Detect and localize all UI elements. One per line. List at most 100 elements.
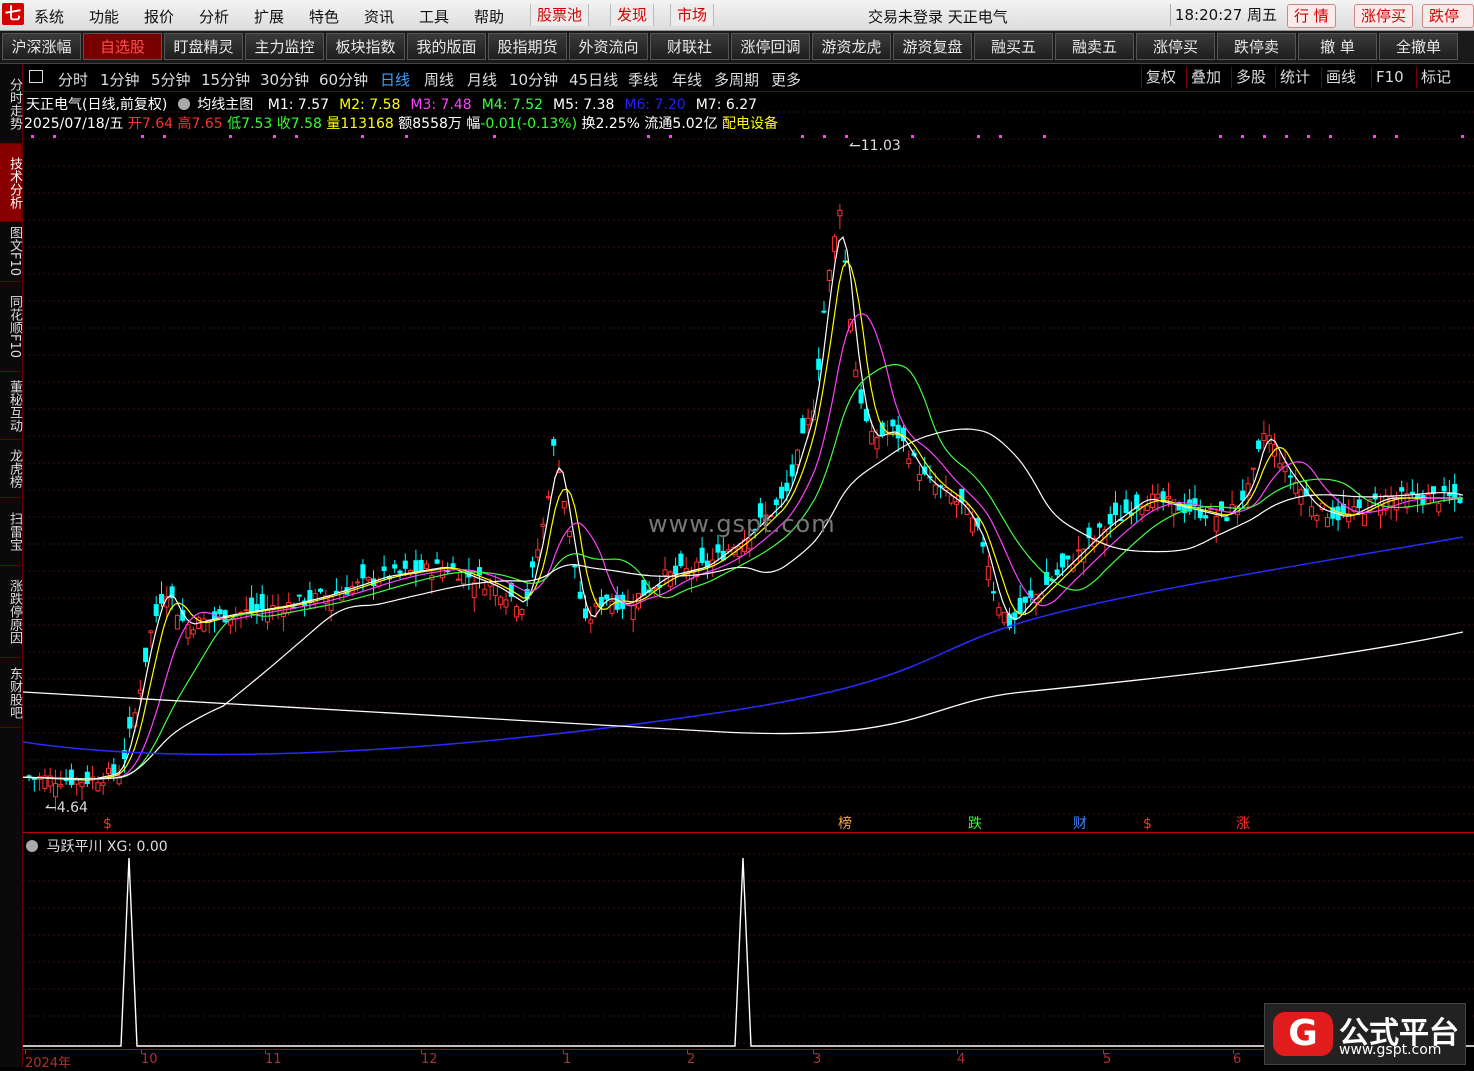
chart-tool-button[interactable]: 复权 (1141, 67, 1180, 88)
menu-item[interactable]: 分析 (199, 6, 229, 27)
chart-tool-button[interactable]: 叠加 (1186, 67, 1225, 88)
menu-item[interactable]: 帮助 (474, 6, 504, 27)
candle-body (127, 717, 133, 729)
chart-tool-button[interactable]: 标记 (1416, 67, 1455, 88)
period-tab[interactable]: 周线 (424, 69, 454, 90)
ma-line-m6 (23, 536, 1464, 756)
side-tab[interactable]: 分时走势 (0, 64, 22, 144)
candle-body (795, 449, 800, 466)
signal-dot (229, 135, 232, 138)
menu-item[interactable]: 系统 (34, 6, 64, 27)
toolbar-button[interactable]: 我的版面 (407, 33, 486, 60)
candle-body (805, 417, 811, 426)
menu-item[interactable]: 工具 (419, 6, 449, 27)
signal-dot (361, 135, 364, 138)
quick-button[interactable]: 涨停买 (1354, 4, 1414, 28)
period-tab[interactable]: 10分钟 (509, 69, 558, 90)
candle-body (1155, 493, 1161, 499)
menu-item[interactable]: 资讯 (364, 6, 394, 27)
period-tab[interactable]: 日线 (380, 69, 410, 90)
period-tab[interactable]: 1分钟 (100, 69, 140, 90)
toolbar-button[interactable]: 涨停买 (1136, 33, 1215, 60)
menu-item-highlight[interactable]: 市场 (670, 4, 715, 26)
period-tab[interactable]: 更多 (771, 69, 801, 90)
side-tab[interactable]: 扫雷宝 (0, 498, 22, 566)
signal-dot (1329, 135, 1332, 138)
toolbar-button[interactable]: 全撤单 (1379, 33, 1458, 60)
toolbar-button[interactable]: 盯盘精灵 (164, 33, 243, 60)
side-tab[interactable]: 涨跌停原因 (0, 566, 22, 658)
time-axis-tick (687, 1050, 688, 1054)
toolbar-button[interactable]: 板块指数 (326, 33, 405, 60)
chart-tool-button[interactable]: 多股 (1231, 67, 1270, 88)
menu-item[interactable]: 特色 (309, 6, 339, 27)
candle-body (1144, 505, 1150, 511)
app-logo[interactable]: 七 (2, 3, 24, 25)
period-tab[interactable]: 5分钟 (151, 69, 191, 90)
signal-marker: $ (1143, 816, 1152, 832)
menu-item[interactable]: 功能 (89, 6, 119, 27)
candle-body (249, 597, 255, 613)
chart-tool-button[interactable]: F10 (1371, 67, 1408, 88)
candle-body (424, 563, 429, 569)
time-axis-label: 10 (141, 1052, 158, 1067)
candle-body (1203, 515, 1209, 519)
period-tab[interactable]: 月线 (467, 69, 497, 90)
quick-button[interactable]: 行 情 (1287, 4, 1336, 28)
kline-chart[interactable]: ↼11.03 ↼4.64 $ 榜 跌 财 $ 涨 (23, 92, 1474, 832)
chart-tool-button[interactable]: 统计 (1275, 67, 1314, 88)
side-tab[interactable]: 同花顺F10 (0, 282, 22, 372)
toolbar-button[interactable]: 外资流向 (569, 33, 648, 60)
indicator-chart[interactable] (23, 834, 1474, 1048)
quick-button[interactable]: 跌停买 (1422, 4, 1474, 47)
toolbar-button[interactable]: 财联社 (650, 33, 729, 60)
toolbar-button[interactable]: 撤 单 (1298, 33, 1377, 60)
menu-item[interactable]: 扩展 (254, 6, 284, 27)
candle-body (1409, 491, 1415, 495)
candle-body (985, 565, 991, 581)
period-tab[interactable]: 多周期 (714, 69, 759, 90)
toolbar-button[interactable]: 自选股 (83, 33, 162, 60)
menu-item[interactable]: 报价 (144, 6, 174, 27)
menu-item-highlight[interactable]: 股票池 (530, 4, 590, 26)
period-tab[interactable]: 60分钟 (319, 69, 368, 90)
toolbar-button[interactable]: 沪深涨幅 (2, 33, 81, 60)
period-tab[interactable]: 30分钟 (260, 69, 309, 90)
toolbar-button[interactable]: 股指期货 (488, 33, 567, 60)
side-tab[interactable]: 龙虎榜 (0, 440, 22, 498)
candle-body (800, 418, 806, 434)
layout-toggle-icon[interactable] (29, 70, 43, 83)
candle-body (1097, 523, 1103, 528)
signal-dot (1285, 135, 1288, 138)
side-tab[interactable]: 图文F10 (0, 222, 22, 282)
period-tab[interactable]: 15分钟 (201, 69, 250, 90)
toolbar-button[interactable]: 涨停回调 (731, 33, 810, 60)
period-tab[interactable]: 季线 (628, 69, 658, 90)
menu-item-highlight[interactable]: 发现 (610, 4, 655, 26)
candle-body (869, 431, 875, 445)
watermark: www.gspt.com (648, 510, 836, 538)
candle-body (153, 604, 159, 617)
side-tab[interactable]: 董秘互动 (0, 372, 22, 440)
toolbar-button[interactable]: 跌停卖 (1217, 33, 1296, 60)
candle-body (1256, 440, 1262, 449)
time-axis-label: 3 (813, 1052, 822, 1067)
side-tab[interactable]: 技术分析 (0, 144, 22, 222)
period-tab[interactable]: 年线 (672, 69, 702, 90)
candle-body (959, 488, 965, 503)
toolbar-button[interactable]: 游资复盘 (893, 33, 972, 60)
period-tab[interactable]: 分时 (58, 69, 88, 90)
chart-tool-button[interactable]: 画线 (1321, 67, 1360, 88)
signal-dot (163, 135, 166, 138)
toolbar-button[interactable]: 游资龙虎 (812, 33, 891, 60)
toolbar-button[interactable]: 主力监控 (245, 33, 324, 60)
xg-signal-line (23, 857, 1474, 1047)
toolbar-button[interactable]: 融卖五 (1055, 33, 1134, 60)
candle-body (455, 578, 461, 581)
side-tab[interactable]: 东财股吧 (0, 658, 22, 728)
signal-dot (911, 135, 914, 138)
signal-dot (53, 135, 56, 138)
period-tab[interactable]: 45日线 (569, 69, 618, 90)
brand-url: www.gspt.com (1339, 1042, 1442, 1058)
toolbar-button[interactable]: 融买五 (974, 33, 1053, 60)
